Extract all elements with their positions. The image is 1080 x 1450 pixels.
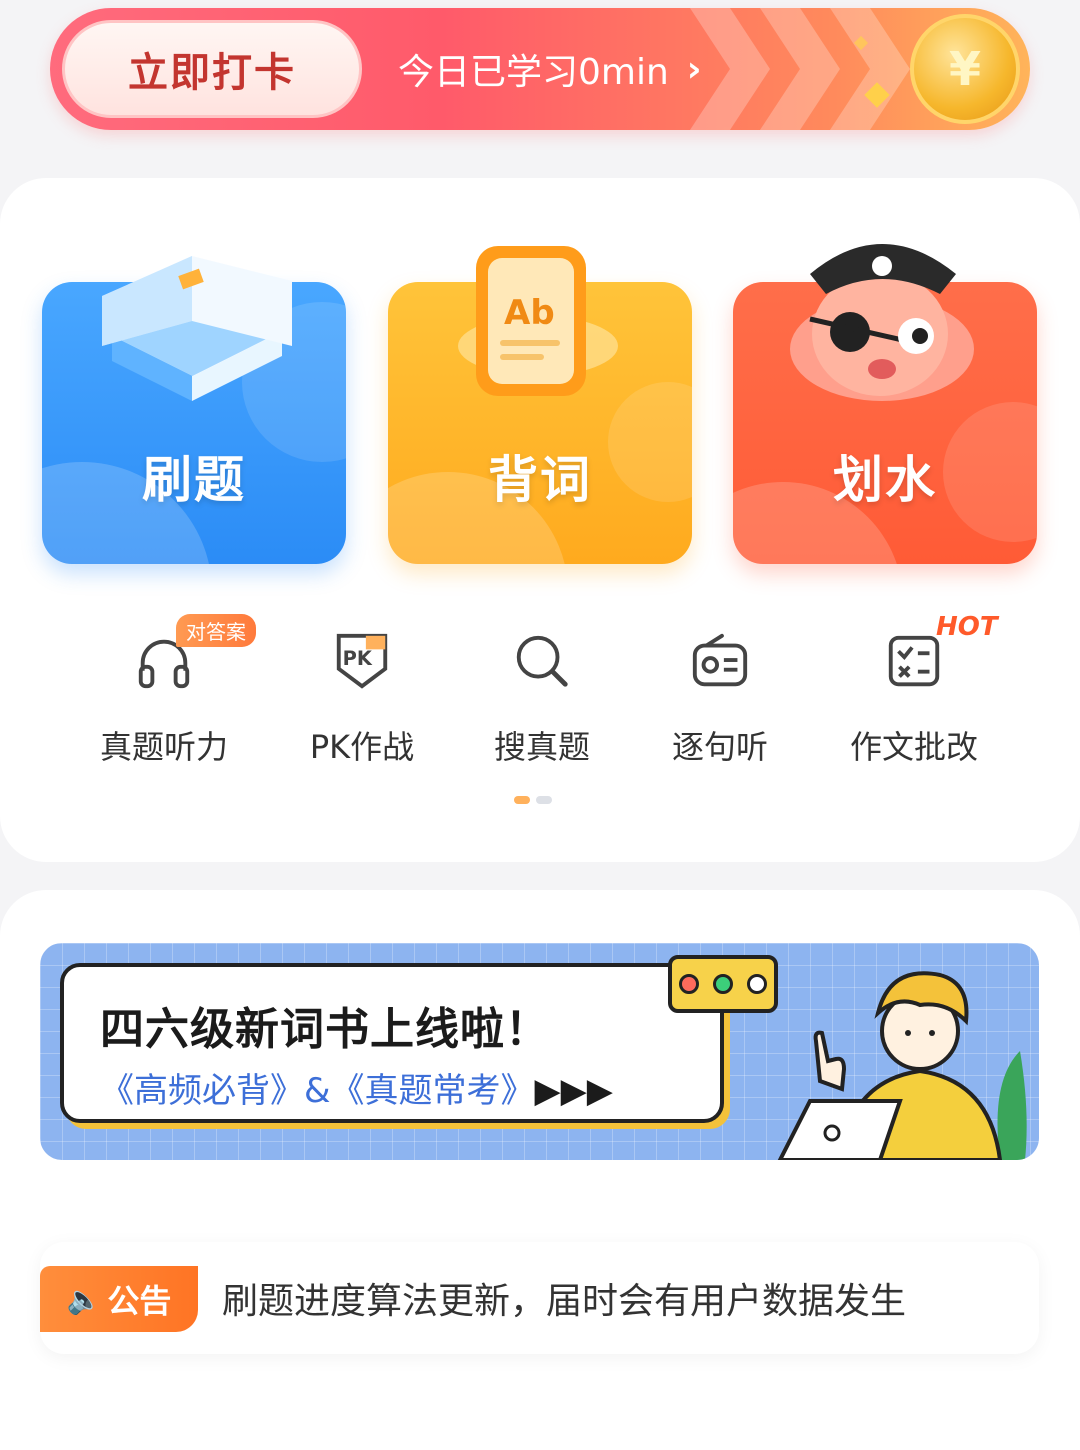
svg-text:Ab: Ab <box>504 293 555 333</box>
green-dot-icon <box>713 974 733 994</box>
study-time-link[interactable]: 今日已学习0min › <box>398 8 702 130</box>
coin-icon: ¥ <box>910 14 1020 124</box>
hot-badge: HOT <box>936 612 998 642</box>
student-illustration <box>777 971 1027 1160</box>
chevron-right-icon: › <box>686 48 702 90</box>
announcement-tag-label: 公告 <box>107 1282 172 1320</box>
red-dot-icon <box>679 974 699 994</box>
quick-action-label: PK作战 <box>309 728 415 766</box>
pk-shield-icon: PK <box>336 633 388 689</box>
radio-icon <box>692 633 748 687</box>
promo-banner[interactable]: 四六级新词书上线啦！ 《高频必背》&《真题常考》▶▶▶ <box>40 943 1039 1160</box>
quick-action-sentence-listening[interactable]: 逐句听 <box>620 618 820 768</box>
content-card: 四六级新词书上线啦！ 《高频必背》&《真题常考》▶▶▶ 🔈 公告 刷题进度算法更… <box>0 890 1080 1450</box>
announcement-text: 刷题进度算法更新，届时会有用户数据发生 <box>222 1281 907 1322</box>
promo-subtitle: 《高频必背》&《真题常考》 <box>100 1071 535 1111</box>
checkin-banner[interactable]: 立即打卡 今日已学习0min › ¥ <box>50 8 1030 130</box>
promo-title: 四六级新词书上线啦！ <box>100 1004 550 1055</box>
book-icon <box>102 256 292 401</box>
quick-action-essay-grading[interactable]: HOT 作文批改 <box>814 612 1014 768</box>
quick-action-pk[interactable]: PK PK作战 <box>262 618 462 768</box>
quick-action-search[interactable]: 搜真题 <box>442 618 642 768</box>
quick-action-label: 真题听力 <box>99 728 228 766</box>
quick-action-label: 作文批改 <box>849 728 978 766</box>
pager-dots <box>514 796 552 804</box>
promo-subtitle-row: 《高频必背》&《真题常考》▶▶▶ <box>100 1063 613 1112</box>
study-time-text: 今日已学习0min <box>398 52 669 93</box>
svg-text:PK: PK <box>343 647 373 670</box>
tile-decoration <box>943 402 1037 542</box>
play-arrows-icon: ▶▶▶ <box>534 1071 613 1111</box>
close-dot-icon <box>747 974 767 994</box>
quick-action-label: 搜真题 <box>493 728 590 766</box>
pager-dot <box>536 796 552 804</box>
pager-dot-active <box>514 796 530 804</box>
promo-text-box: 四六级新词书上线啦！ 《高频必背》&《真题常考》▶▶▶ <box>60 963 724 1123</box>
speaker-icon: 🔈 <box>66 1282 102 1316</box>
announcement-tag: 🔈 公告 <box>40 1266 198 1332</box>
feature-card: 刷题 背词 Ab 划水 对答案 真题听力 PK PK作战 搜真题 逐句听 HOT… <box>0 178 1080 862</box>
quick-action-label: 逐句听 <box>671 728 768 766</box>
word-card-icon: Ab <box>458 246 618 396</box>
search-icon <box>516 635 568 687</box>
quick-action-listening[interactable]: 对答案 真题听力 <box>64 614 264 768</box>
window-buttons-decoration <box>668 955 778 1013</box>
announcement-bar[interactable]: 🔈 公告 刷题进度算法更新，届时会有用户数据发生 <box>40 1242 1039 1354</box>
checkin-button[interactable]: 立即打卡 <box>62 20 362 118</box>
pirate-octopus-icon <box>790 244 974 401</box>
answer-badge: 对答案 <box>176 614 256 647</box>
